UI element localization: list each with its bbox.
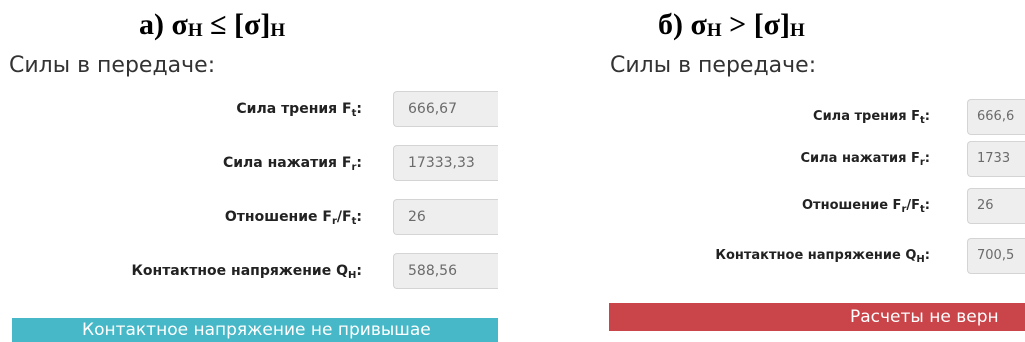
- friction-force-label: Сила трения Ft:: [236, 101, 362, 119]
- right-panel: б) σH > [σ]H Силы в передаче: Сила трени…: [580, 0, 1025, 342]
- left-heading: а) σH ≤ [σ]H: [139, 8, 286, 41]
- force-ratio-label: Отношение Fr/Ft:: [224, 209, 362, 227]
- force-ratio-field[interactable]: 26: [967, 188, 1025, 224]
- right-heading: б) σH > [σ]H: [658, 8, 805, 41]
- pressing-force-field[interactable]: 17333,33: [393, 145, 498, 181]
- pressing-force-field[interactable]: 1733: [967, 141, 1025, 177]
- friction-force-field[interactable]: 666,67: [393, 91, 498, 127]
- contact-stress-label: Контактное напряжение QH:: [715, 248, 930, 265]
- contact-stress-field[interactable]: 588,56: [393, 253, 498, 289]
- friction-force-row: Сила трения Ft: 666,67: [0, 91, 498, 127]
- section-title: Силы в передаче:: [9, 53, 216, 78]
- contact-stress-label: Контактное напряжение QH:: [131, 263, 362, 281]
- pressing-force-row: Сила нажатия Fr: 1733: [580, 141, 1025, 177]
- pressing-force-label: Сила нажатия Fr:: [800, 151, 930, 168]
- danger-alert: Расчеты не верн: [609, 303, 1025, 331]
- section-title: Силы в передаче:: [610, 53, 817, 78]
- force-ratio-row: Отношение Fr/Ft: 26: [580, 188, 1025, 224]
- info-alert: Контактное напряжение не привышае: [12, 318, 498, 342]
- contact-stress-row: Контактное напряжение QH: 700,5: [580, 238, 1025, 274]
- friction-force-field[interactable]: 666,6: [967, 99, 1025, 135]
- force-ratio-field[interactable]: 26: [393, 199, 498, 235]
- force-ratio-label: Отношение Fr/Ft:: [802, 198, 930, 215]
- force-ratio-row: Отношение Fr/Ft: 26: [0, 199, 498, 235]
- left-panel: а) σH ≤ [σ]H Силы в передаче: Сила трени…: [0, 0, 498, 342]
- contact-stress-field[interactable]: 700,5: [967, 238, 1025, 274]
- pressing-force-label: Сила нажатия Fr:: [222, 155, 362, 173]
- pressing-force-row: Сила нажатия Fr: 17333,33: [0, 145, 498, 181]
- friction-force-row: Сила трения Ft: 666,6: [580, 99, 1025, 135]
- friction-force-label: Сила трения Ft:: [813, 109, 930, 126]
- contact-stress-row: Контактное напряжение QH: 588,56: [0, 253, 498, 289]
